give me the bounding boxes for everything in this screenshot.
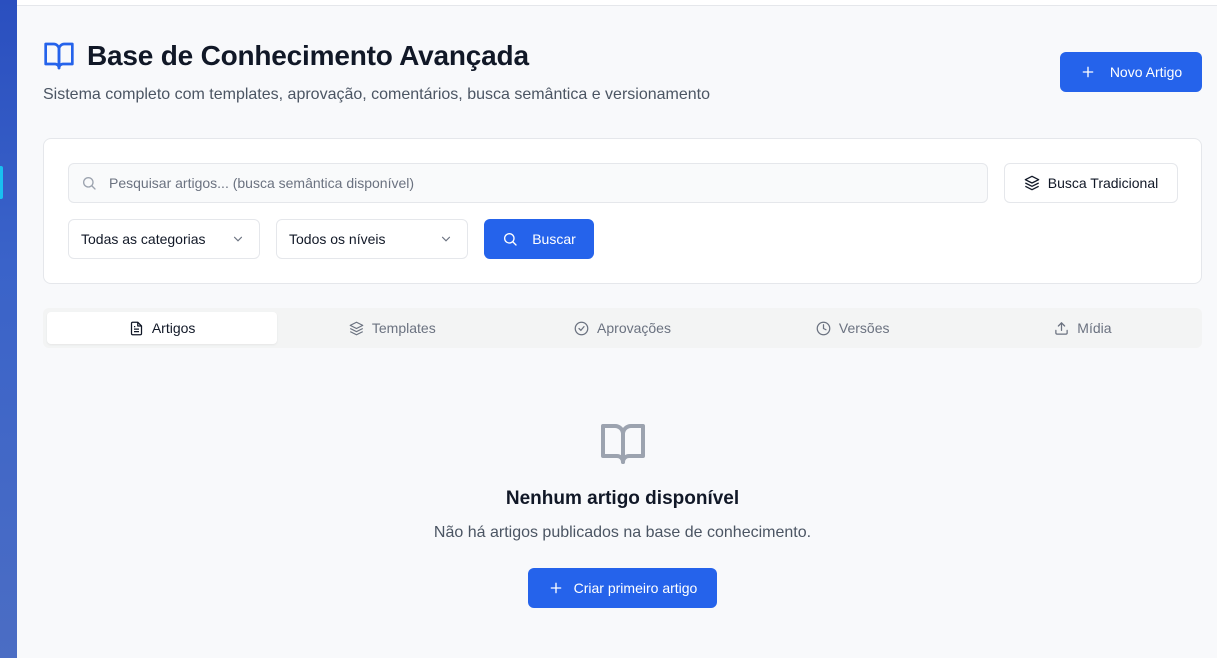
- layers-icon: [349, 321, 364, 335]
- level-select-value: Todos os níveis: [289, 231, 386, 247]
- traditional-search-label: Busca Tradicional: [1047, 175, 1159, 191]
- tab-label: Mídia: [1077, 320, 1112, 336]
- sidebar: [0, 0, 17, 658]
- search-button[interactable]: Buscar: [484, 219, 594, 259]
- create-first-article-button[interactable]: Criar primeiro artigo: [528, 568, 717, 608]
- tab-articles[interactable]: Artigos: [47, 312, 278, 344]
- page-header: Base de Conhecimento Avançada Sistema co…: [43, 40, 1202, 110]
- category-select[interactable]: Todas as categorias: [68, 219, 260, 259]
- clock-icon: [816, 321, 831, 335]
- empty-state-title: Nenhum artigo disponível: [505, 488, 740, 509]
- layers-icon: [1024, 175, 1040, 191]
- new-article-button[interactable]: Novo Artigo: [1060, 52, 1202, 92]
- tab-media[interactable]: Mídia: [968, 312, 1198, 344]
- plus-icon: [550, 582, 561, 594]
- tab-label: Aprovações: [597, 320, 671, 336]
- category-select-value: Todas as categorias: [81, 231, 206, 247]
- create-first-article-label: Criar primeiro artigo: [573, 580, 698, 596]
- search-input[interactable]: [109, 164, 987, 202]
- tab-versions[interactable]: Versões: [738, 312, 968, 344]
- traditional-search-button[interactable]: Busca Tradicional: [1004, 163, 1178, 203]
- level-select[interactable]: Todos os níveis: [276, 219, 468, 259]
- empty-state-description: Não há artigos publicados na base de con…: [433, 524, 812, 541]
- file-text-icon: [130, 321, 142, 335]
- main-content: Base de Conhecimento Avançada Sistema co…: [43, 0, 1202, 658]
- search-icon: [83, 177, 96, 190]
- check-circle-icon: [574, 321, 589, 335]
- upload-icon: [1055, 321, 1069, 335]
- search-button-label: Buscar: [532, 231, 576, 247]
- empty-state: Nenhum artigo disponível Não há artigos …: [43, 420, 1202, 608]
- sidebar-active-indicator[interactable]: [0, 166, 3, 199]
- tab-label: Templates: [371, 320, 436, 336]
- tab-templates[interactable]: Templates: [277, 312, 507, 344]
- chevron-down-icon: [441, 236, 451, 242]
- tab-approvals[interactable]: Aprovações: [507, 312, 737, 344]
- tab-list: Artigos Templates Aprovações Versões Míd…: [43, 308, 1202, 348]
- book-open-icon: [44, 42, 74, 70]
- new-article-label: Novo Artigo: [1109, 64, 1183, 80]
- chevron-down-icon: [233, 236, 243, 242]
- search-field[interactable]: [68, 163, 988, 203]
- book-open-icon: [600, 424, 645, 464]
- title-row: Base de Conhecimento Avançada: [43, 40, 1202, 72]
- plus-icon: [1082, 66, 1094, 78]
- page-subtitle: Sistema completo com templates, aprovaçã…: [43, 86, 710, 103]
- search-icon: [504, 233, 517, 246]
- search-card: Busca Tradicional Todas as categorias To…: [43, 138, 1202, 284]
- tab-label: Versões: [838, 320, 890, 336]
- page-title: Base de Conhecimento Avançada: [87, 40, 529, 71]
- tab-label: Artigos: [151, 320, 196, 336]
